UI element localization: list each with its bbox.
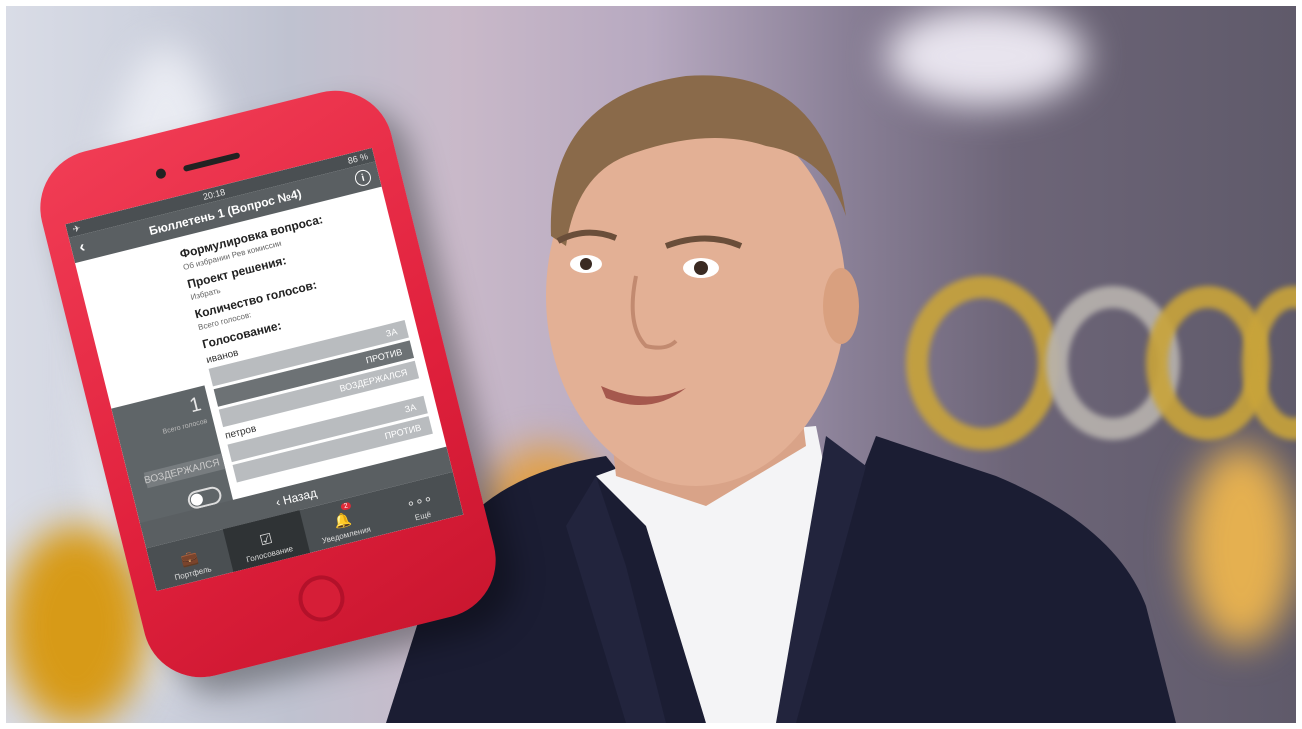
info-icon[interactable]: i — [353, 168, 373, 188]
briefcase-icon: 💼 — [178, 548, 200, 569]
checkbox-icon: ☑ — [257, 529, 274, 549]
vote-count: 1 — [187, 393, 204, 418]
vote-count-caption: Всего голосов — [162, 417, 209, 436]
toggle-knob — [189, 492, 205, 507]
bell-icon: 🔔 — [332, 510, 354, 530]
abstain-label[interactable]: ВОЗДЕРЖАЛСЯ — [143, 453, 226, 489]
back-chevron-icon[interactable]: ‹ — [77, 239, 87, 258]
airplane-icon: ✈ — [71, 222, 82, 234]
notification-badge: 2 — [340, 501, 352, 511]
video-frame: ✈ 20:18 86 % ‹ Бюллетень 1 (Вопрос №4) i… — [6, 6, 1296, 723]
tab-label: Ещё — [413, 509, 433, 523]
